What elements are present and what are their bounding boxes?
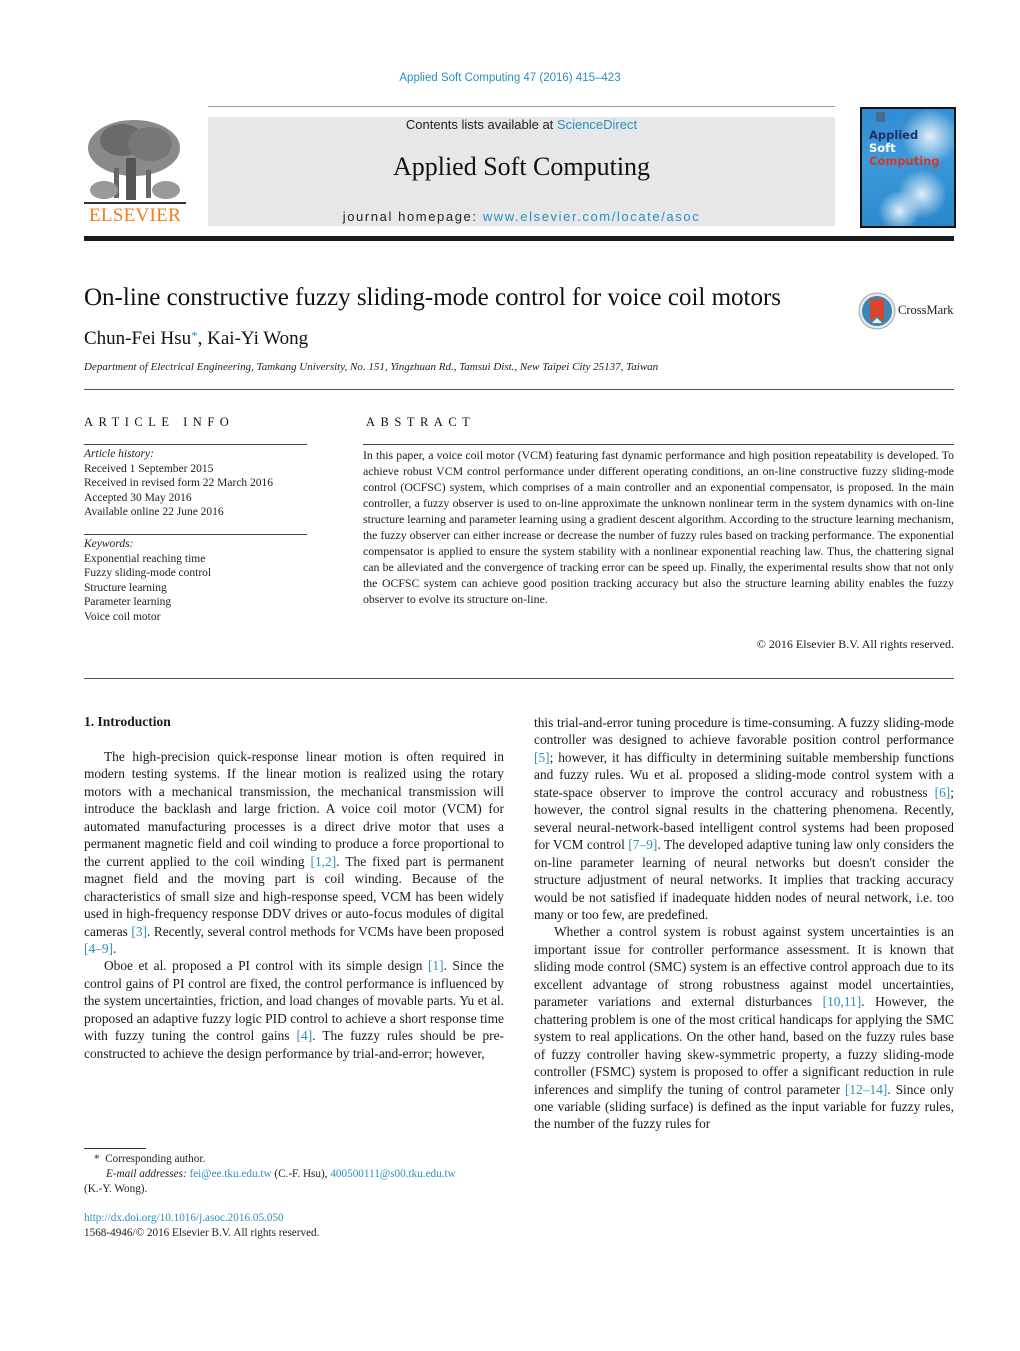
footnote-rule <box>84 1148 146 1149</box>
citation-link[interactable]: [4–9] <box>84 941 113 956</box>
email-owner: (C.-F. Hsu), <box>271 1168 331 1180</box>
divider <box>84 444 307 445</box>
elsevier-wordmark: ELSEVIER <box>88 205 182 226</box>
sciencedirect-link[interactable]: ScienceDirect <box>557 117 637 132</box>
text-run: this trial-and-error tuning procedure is… <box>534 715 954 748</box>
footnote-text: Corresponding author. <box>105 1153 206 1165</box>
affiliation: Department of Electrical Engineering, Ta… <box>84 361 659 373</box>
body-column-right: this trial-and-error tuning procedure is… <box>534 714 954 1133</box>
footnote-emails: E-mail addresses: fei@ee.tku.edu.tw (C.-… <box>84 1167 514 1182</box>
author-name: Chun-Fei Hsu <box>84 328 192 349</box>
author-list: Chun-Fei Hsu*, Kai-Yi Wong <box>84 328 308 350</box>
section-heading: 1. Introduction <box>84 714 171 729</box>
citation-link[interactable]: [1,2] <box>311 854 337 869</box>
homepage-link[interactable]: www.elsevier.com/locate/asoc <box>483 209 700 224</box>
contents-prefix: Contents lists available at <box>405 117 557 132</box>
cover-decoration <box>877 191 922 226</box>
divider <box>363 444 954 445</box>
doi-link[interactable]: http://dx.doi.org/10.1016/j.asoc.2016.05… <box>84 1212 284 1224</box>
text-run: . Recently, several control methods for … <box>147 923 504 939</box>
divider <box>84 678 954 679</box>
text-run: The high-precision quick-response linear… <box>84 749 504 869</box>
history-item: Received 1 September 2015 <box>84 462 214 475</box>
author-name: Kai-Yi Wong <box>207 328 309 349</box>
cover-title-line1: Applied <box>869 128 919 142</box>
paragraph: Oboe et al. proposed a PI control with i… <box>84 957 504 1062</box>
citation-link[interactable]: [3] <box>131 924 147 939</box>
doi-block: http://dx.doi.org/10.1016/j.asoc.2016.05… <box>84 1211 319 1241</box>
keyword: Parameter learning <box>84 596 172 608</box>
email-link[interactable]: 400500111@s00.tku.edu.tw <box>330 1168 455 1180</box>
divider <box>84 534 307 535</box>
abstract-copyright: © 2016 Elsevier B.V. All rights reserved… <box>756 637 954 651</box>
homepage-prefix: journal homepage: <box>342 209 483 224</box>
header-rule <box>208 106 835 107</box>
email-owner: (K.-Y. Wong). <box>84 1183 148 1195</box>
issn-copyright: 1568-4946/© 2016 Elsevier B.V. All right… <box>84 1227 320 1239</box>
crossmark-label[interactable]: CrossMark <box>898 303 954 318</box>
keywords: Keywords: Exponential reaching time Fuzz… <box>84 537 314 624</box>
citation-link[interactable]: [1] <box>428 958 444 973</box>
journal-citation[interactable]: Applied Soft Computing 47 (2016) 415–423 <box>0 72 1020 84</box>
crossmark-icon[interactable] <box>858 292 896 330</box>
body-column-left: The high-precision quick-response linear… <box>84 748 504 1062</box>
footnote: * Corresponding author. E-mail addresses… <box>84 1152 514 1197</box>
keywords-label: Keywords: <box>84 538 134 550</box>
journal-homepage: journal homepage: www.elsevier.com/locat… <box>208 209 835 224</box>
paragraph: Whether a control system is robust again… <box>534 923 954 1132</box>
header-thick-rule <box>84 236 954 241</box>
paragraph: The high-precision quick-response linear… <box>84 748 504 957</box>
cover-title-line2: Soft <box>869 141 896 155</box>
keyword: Voice coil motor <box>84 610 161 623</box>
cover-title-line3: Computing <box>869 154 940 168</box>
text-run: . <box>113 940 117 956</box>
citation-link[interactable]: [12–14] <box>845 1082 887 1097</box>
text-run: ; however, it has difficulty in determin… <box>534 749 954 800</box>
citation-link[interactable]: [4] <box>297 1028 313 1043</box>
citation-link[interactable]: [10,11] <box>823 994 862 1009</box>
contents-line: Contents lists available at ScienceDirec… <box>208 117 835 132</box>
keyword: Exponential reaching time <box>84 552 206 565</box>
history-label: Article history: <box>84 448 154 460</box>
article-info-heading: ARTICLE INFO <box>84 415 235 429</box>
article-history: Article history: Received 1 September 20… <box>84 447 314 520</box>
cover-publisher-icon <box>876 112 885 122</box>
footnote-mark: * <box>94 1153 100 1165</box>
history-item: Accepted 30 May 2016 <box>84 491 192 504</box>
email-link[interactable]: fei@ee.tku.edu.tw <box>189 1168 271 1180</box>
footnote-corresponding: * Corresponding author. <box>84 1152 514 1167</box>
email-label: E-mail addresses: <box>106 1168 187 1180</box>
keyword: Structure learning <box>84 581 167 594</box>
abstract-text: In this paper, a voice coil motor (VCM) … <box>363 448 954 607</box>
divider <box>84 389 954 390</box>
citation-link[interactable]: [5] <box>534 750 550 765</box>
history-item: Received in revised form 22 March 2016 <box>84 477 274 489</box>
citation-link[interactable]: [6] <box>935 785 951 800</box>
keyword: Fuzzy sliding-mode control <box>84 567 212 579</box>
journal-title: Applied Soft Computing <box>392 152 651 181</box>
author-separator: , <box>197 328 208 349</box>
text-run: Oboe et al. proposed a PI control with i… <box>104 958 428 974</box>
journal-cover-thumbnail[interactable]: Applied Soft Computing <box>860 107 956 228</box>
paragraph: this trial-and-error tuning procedure is… <box>534 714 954 923</box>
citation-link[interactable]: [7–9] <box>628 837 657 852</box>
abstract-heading: ABSTRACT <box>366 415 476 429</box>
history-item: Available online 22 June 2016 <box>84 506 224 518</box>
article-title: On-line constructive fuzzy sliding-mode … <box>84 284 782 311</box>
